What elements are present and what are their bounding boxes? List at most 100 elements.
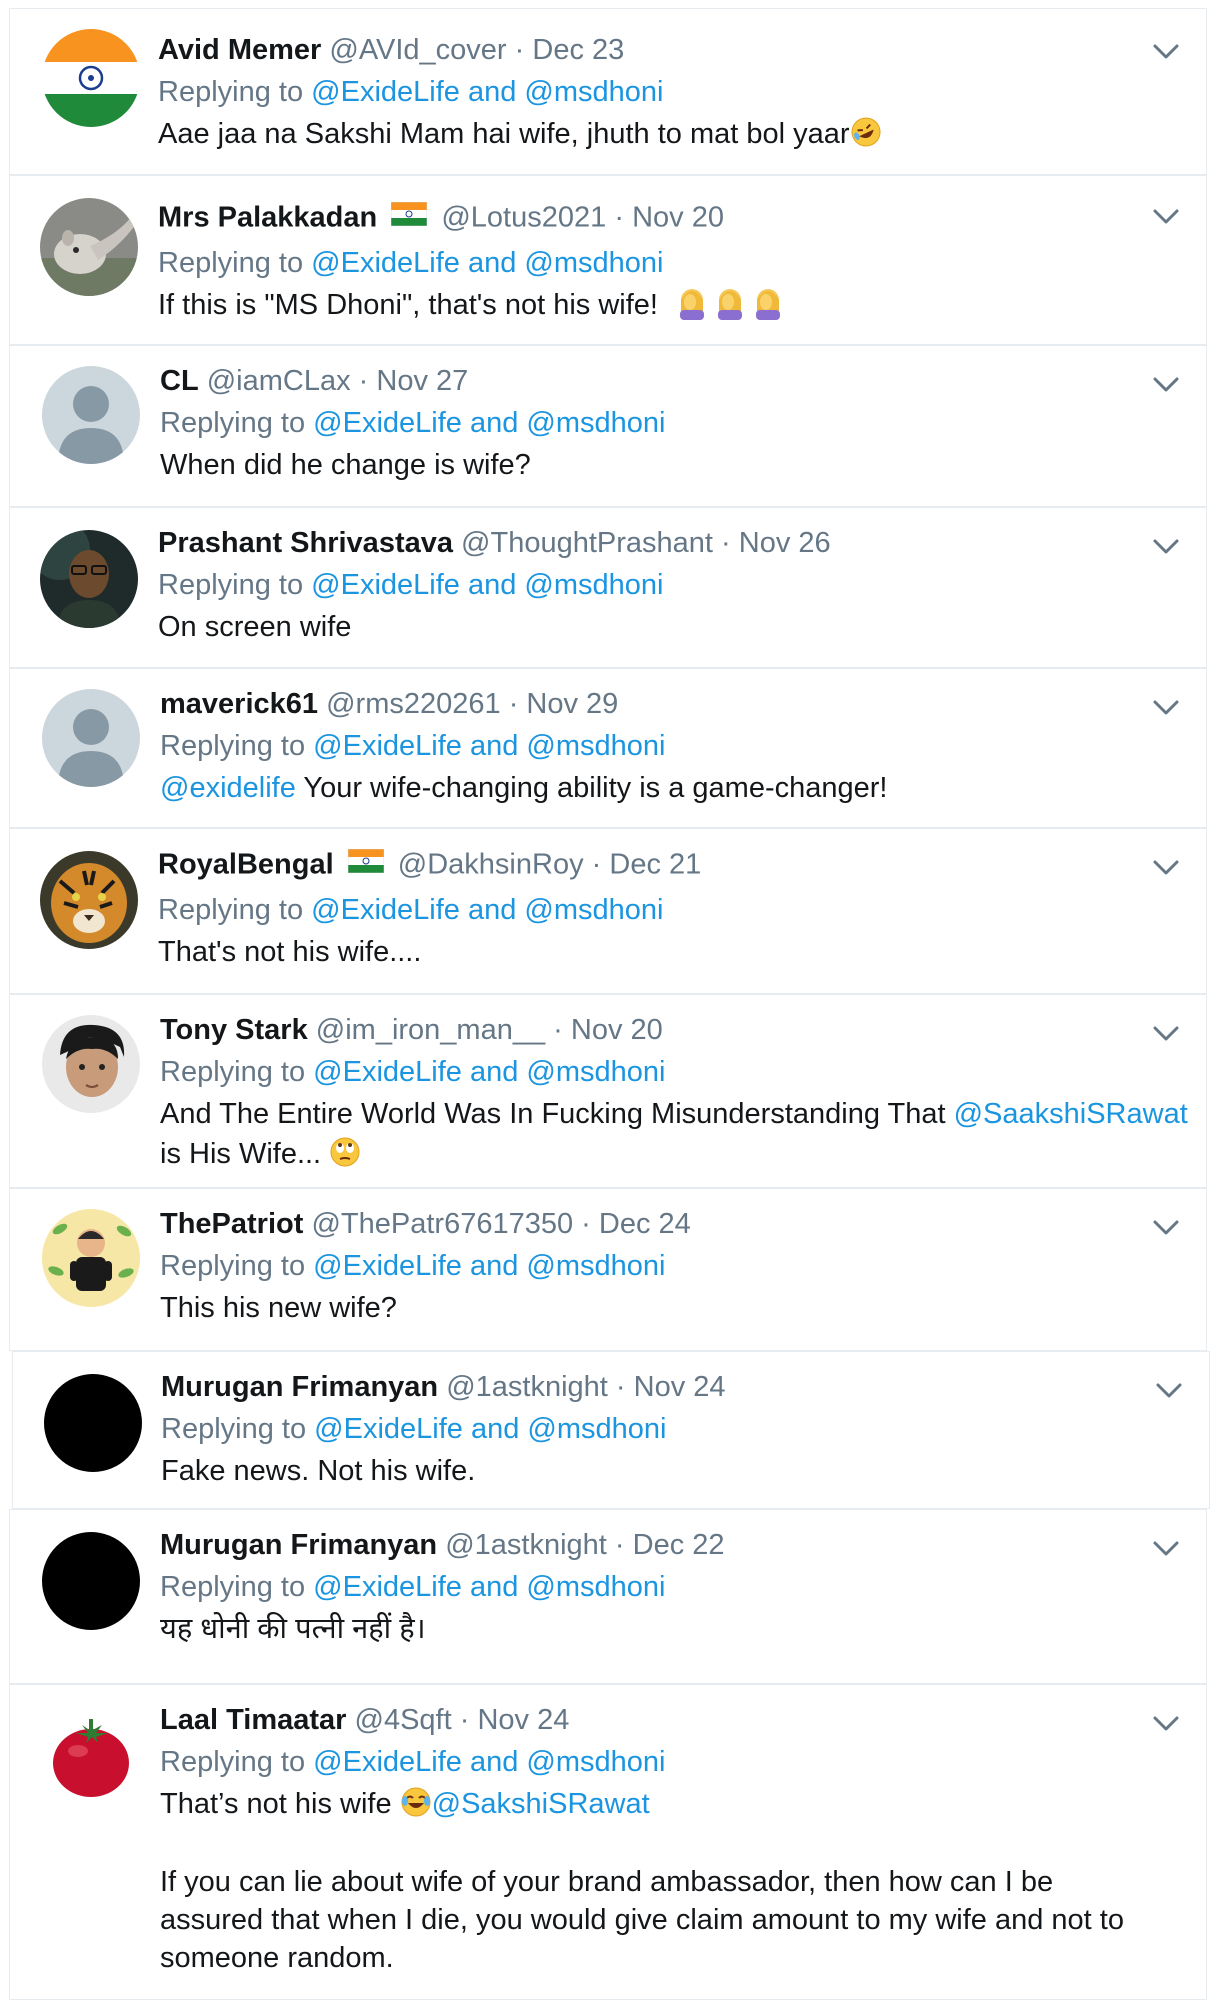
and-label: and — [469, 1746, 519, 1778]
mention-link[interactable]: @ExideLife — [313, 1746, 462, 1778]
user-handle[interactable]: @iamCLax — [207, 365, 351, 397]
user-handle[interactable]: @ThoughtPrashant — [461, 527, 713, 559]
text-mention-link[interactable]: @SakshiSRawat — [432, 1788, 650, 1820]
tweet-date[interactable]: Nov 20 — [571, 1014, 663, 1046]
and-label: and — [467, 569, 517, 601]
tweet-date[interactable]: Nov 24 — [634, 1371, 726, 1403]
mention-link[interactable]: @msdhoni — [524, 76, 663, 108]
reply-tweet[interactable]: Murugan Frimanyan @1astknight · Nov 24 R… — [12, 1351, 1210, 1509]
chevron-down-icon[interactable] — [1152, 1025, 1180, 1045]
chevron-down-icon[interactable] — [1152, 1715, 1180, 1735]
text-mention-link[interactable]: @exidelife — [160, 772, 296, 804]
reply-tweet[interactable]: Mrs Palakkadan @Lotus2021 · Nov 20 Reply… — [9, 175, 1207, 345]
user-handle[interactable]: @AVId_cover — [329, 34, 506, 66]
mention-link[interactable]: @msdhoni — [524, 569, 663, 601]
user-handle[interactable]: @Lotus2021 — [441, 202, 606, 234]
chevron-down-icon[interactable] — [1152, 699, 1180, 719]
mention-link[interactable]: @ExideLife — [313, 1056, 462, 1088]
display-name[interactable]: Murugan Frimanyan — [160, 1529, 437, 1561]
replies-feed: Avid Memer @AVId_cover · Dec 23 Replying… — [0, 0, 1216, 2000]
mention-link[interactable]: @ExideLife — [313, 407, 462, 439]
mention-link[interactable]: @msdhoni — [527, 1413, 666, 1445]
tweet-date[interactable]: Nov 24 — [477, 1704, 569, 1736]
mention-link[interactable]: @msdhoni — [526, 1746, 665, 1778]
tweet-date[interactable]: Dec 22 — [633, 1529, 725, 1561]
display-name[interactable]: Tony Stark — [160, 1014, 308, 1046]
reply-tweet[interactable]: CL @iamCLax · Nov 27 Replying to @ExideL… — [9, 345, 1207, 507]
mention-link[interactable]: @msdhoni — [526, 407, 665, 439]
mention-link[interactable]: @ExideLife — [311, 76, 460, 108]
reply-tweet[interactable]: Tony Stark @im_iron_man__ · Nov 20 Reply… — [9, 994, 1207, 1188]
tweet-date[interactable]: Dec 21 — [609, 849, 701, 881]
tomato-avatar[interactable] — [42, 1707, 140, 1805]
display-name[interactable]: Murugan Frimanyan — [161, 1371, 438, 1403]
mention-link[interactable]: @ExideLife — [313, 1250, 462, 1282]
user-handle[interactable]: @1astknight — [446, 1371, 608, 1403]
mention-link[interactable]: @ExideLife — [311, 247, 460, 279]
mention-link[interactable]: @msdhoni — [526, 730, 665, 762]
tweet-text: Your wife-changing ability is a game-cha… — [303, 772, 888, 804]
user-handle[interactable]: @DakhsinRoy — [398, 849, 584, 881]
default-avatar[interactable] — [42, 366, 140, 464]
chevron-down-icon[interactable] — [1152, 43, 1180, 63]
and-label: and — [469, 407, 519, 439]
reply-tweet[interactable]: ThePatriot @ThePatr67617350 · Dec 24 Rep… — [9, 1188, 1207, 1351]
chevron-down-icon[interactable] — [1155, 1382, 1183, 1402]
display-name[interactable]: Avid Memer — [158, 34, 321, 66]
chevron-down-icon[interactable] — [1152, 376, 1180, 396]
mention-link[interactable]: @msdhoni — [526, 1056, 665, 1088]
chevron-down-icon[interactable] — [1152, 208, 1180, 228]
reply-tweet[interactable]: Prashant Shrivastava @ThoughtPrashant · … — [9, 507, 1207, 668]
black-avatar[interactable] — [44, 1374, 142, 1472]
display-name[interactable]: CL — [160, 365, 199, 397]
mention-link[interactable]: @ExideLife — [313, 1571, 462, 1603]
mention-link[interactable]: @ExideLife — [313, 730, 462, 762]
mention-link[interactable]: @ExideLife — [311, 894, 460, 926]
chevron-down-icon[interactable] — [1152, 859, 1180, 879]
india-flag-avatar[interactable] — [42, 29, 140, 127]
display-name[interactable]: RoyalBengal — [158, 849, 334, 881]
india-flag-icon — [347, 843, 385, 885]
user-handle[interactable]: @4Sqft — [355, 1704, 452, 1736]
tweet-date[interactable]: Dec 23 — [532, 34, 624, 66]
display-name[interactable]: maverick61 — [160, 688, 318, 720]
selfie-avatar[interactable] — [42, 1015, 140, 1113]
display-name[interactable]: ThePatriot — [160, 1208, 303, 1240]
reply-tweet[interactable]: maverick61 @rms220261 · Nov 29 Replying … — [9, 668, 1207, 828]
display-name[interactable]: Laal Timaatar — [160, 1704, 346, 1736]
mention-link[interactable]: @msdhoni — [526, 1571, 665, 1603]
reply-tweet[interactable]: Avid Memer @AVId_cover · Dec 23 Replying… — [9, 8, 1207, 175]
black-avatar[interactable] — [42, 1532, 140, 1630]
mention-link[interactable]: @ExideLife — [311, 569, 460, 601]
user-handle[interactable]: @im_iron_man__ — [316, 1014, 545, 1046]
display-name[interactable]: Prashant Shrivastava — [158, 527, 453, 559]
mention-link[interactable]: @msdhoni — [526, 1250, 665, 1282]
tweet-date[interactable]: Dec 24 — [599, 1208, 691, 1240]
reply-tweet[interactable]: Murugan Frimanyan @1astknight · Dec 22 R… — [9, 1509, 1207, 1684]
mention-link[interactable]: @msdhoni — [524, 247, 663, 279]
separator: · — [581, 1208, 591, 1240]
mention-link[interactable]: @msdhoni — [524, 894, 663, 926]
chevron-down-icon[interactable] — [1152, 1219, 1180, 1239]
tweet-date[interactable]: Nov 20 — [632, 202, 724, 234]
chevron-down-icon[interactable] — [1152, 538, 1180, 558]
user-handle[interactable]: @ThePatr67617350 — [311, 1208, 573, 1240]
cartoon-avatar[interactable] — [42, 1209, 140, 1307]
chevron-down-icon[interactable] — [1152, 1540, 1180, 1560]
display-name[interactable]: Mrs Palakkadan — [158, 202, 377, 234]
tweet-date[interactable]: Nov 27 — [376, 365, 468, 397]
tiger-avatar[interactable] — [40, 851, 138, 949]
text-mention-link[interactable]: @SaakshiSRawat — [954, 1098, 1188, 1130]
portrait-avatar[interactable] — [40, 530, 138, 628]
reply-tweet[interactable]: RoyalBengal @DakhsinRoy · Dec 21 Replyin… — [9, 828, 1207, 994]
and-label: and — [469, 730, 519, 762]
reply-tweet[interactable]: Laal Timaatar @4Sqft · Nov 24 Replying t… — [9, 1684, 1207, 2000]
anteater-avatar[interactable] — [40, 198, 138, 296]
tweet-date[interactable]: Nov 29 — [526, 688, 618, 720]
default-avatar[interactable] — [42, 689, 140, 787]
tweet-date[interactable]: Nov 26 — [739, 527, 831, 559]
mention-link[interactable]: @ExideLife — [314, 1413, 463, 1445]
user-handle[interactable]: @1astknight — [445, 1529, 607, 1561]
replying-to-label: Replying to — [160, 407, 306, 439]
user-handle[interactable]: @rms220261 — [326, 688, 501, 720]
